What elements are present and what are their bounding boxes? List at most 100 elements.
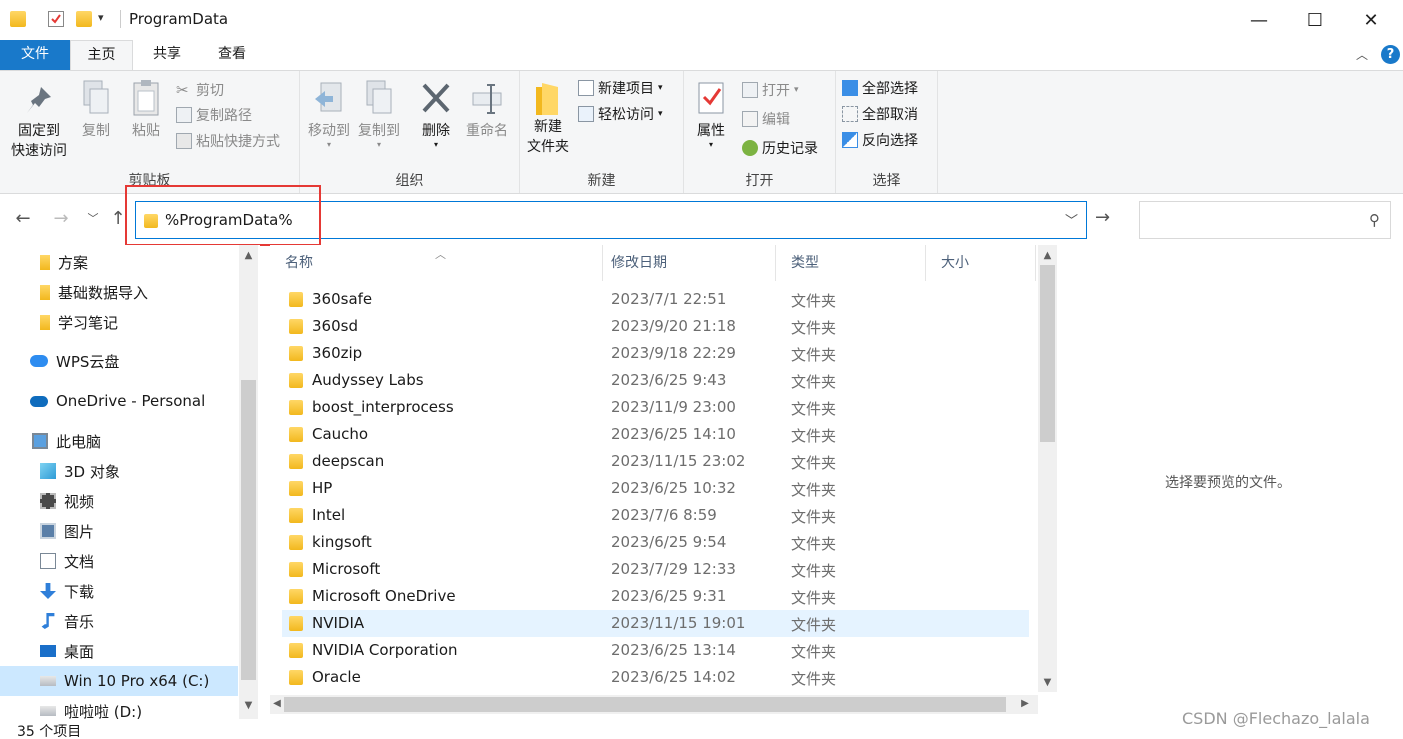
back-arrow-icon[interactable]: ← [12, 207, 34, 231]
file-row[interactable]: boost_interprocess 2023/11/9 23:00 文件夹 [282, 394, 1029, 421]
search-input[interactable]: ⚲ [1139, 201, 1391, 239]
column-header-date[interactable]: 修改日期 [596, 245, 776, 281]
easy-access-icon [578, 106, 594, 122]
nav-item[interactable]: 3D 对象 [0, 456, 238, 486]
file-row[interactable]: NVIDIA 2023/11/15 19:01 文件夹 [282, 610, 1029, 637]
history-button[interactable]: 历史记录 [742, 137, 818, 159]
file-row[interactable]: kingsoft 2023/6/25 9:54 文件夹 [282, 529, 1029, 556]
collapse-ribbon-icon[interactable]: ︿ [1356, 46, 1368, 63]
scroll-up-icon[interactable]: ▲ [1038, 247, 1057, 265]
edit-button[interactable]: 编辑 [742, 108, 790, 130]
new-item-button[interactable]: 新建项目 ▾ [578, 77, 663, 99]
folder-icon [289, 373, 303, 388]
recent-locations-icon[interactable]: ﹀ [82, 207, 104, 231]
file-row[interactable]: Caucho 2023/6/25 14:10 文件夹 [282, 421, 1029, 448]
search-icon[interactable]: ⚲ [1369, 211, 1380, 229]
select-all-button[interactable]: 全部选择 [842, 77, 918, 99]
column-header-size[interactable]: 大小 [926, 245, 1036, 281]
scroll-thumb[interactable] [241, 380, 256, 680]
nav-item[interactable]: 此电脑 [0, 426, 238, 456]
file-row[interactable]: 360sd 2023/9/20 21:18 文件夹 [282, 313, 1029, 340]
copy-label: 复制 [82, 123, 110, 139]
tab-home[interactable]: 主页 [70, 40, 133, 71]
forward-arrow-icon[interactable]: → [50, 207, 72, 231]
invert-selection-button[interactable]: 反向选择 [842, 129, 918, 151]
tab-file[interactable]: 文件 [0, 40, 70, 70]
file-row[interactable]: 360zip 2023/9/18 22:29 文件夹 [282, 340, 1029, 367]
scroll-thumb[interactable] [284, 697, 1006, 712]
close-button[interactable]: ✕ [1343, 0, 1399, 40]
tab-view[interactable]: 查看 [202, 40, 262, 70]
nav-item-label: 文档 [64, 552, 95, 571]
file-row[interactable]: Oracle 2023/6/25 14:02 文件夹 [282, 664, 1029, 691]
title-bar: ▾ ProgramData — ☐ ✕ [0, 0, 1403, 40]
column-type-label: 类型 [791, 255, 819, 271]
download-icon [40, 583, 56, 599]
file-row[interactable]: 360safe 2023/7/1 22:51 文件夹 [282, 286, 1029, 313]
cut-button[interactable]: ✂ 剪切 [176, 79, 224, 101]
help-icon[interactable]: ? [1381, 45, 1400, 64]
nav-item[interactable]: 方案 [0, 247, 238, 277]
new-folder-quick-icon[interactable] [76, 11, 92, 27]
pin-to-quick-access-button[interactable]: 固定到 快速访问 [8, 83, 70, 161]
nav-item[interactable]: 视频 [0, 486, 238, 516]
scroll-left-icon[interactable]: ◀ [270, 695, 284, 713]
file-date: 2023/7/1 22:51 [611, 290, 727, 308]
scroll-down-icon[interactable]: ▼ [1038, 674, 1057, 692]
file-row[interactable]: Audyssey Labs 2023/6/25 9:43 文件夹 [282, 367, 1029, 394]
nav-item[interactable]: OneDrive - Personal [0, 386, 238, 416]
delete-x-icon [420, 79, 452, 115]
file-row[interactable]: NVIDIA Corporation 2023/6/25 13:14 文件夹 [282, 637, 1029, 664]
address-dropdown-icon[interactable]: ﹀ [1065, 210, 1078, 229]
copy-path-button[interactable]: 复制路径 [176, 104, 252, 126]
move-to-button[interactable]: 移动到 ▾ [304, 79, 354, 149]
file-list-horizontal-scrollbar[interactable]: ◀ ▶ [270, 695, 1038, 714]
status-bar: 35 个项目 CSDN @Flechazo_lalala [0, 709, 1403, 739]
file-row[interactable]: Microsoft OneDrive 2023/6/25 9:31 文件夹 [282, 583, 1029, 610]
rename-button[interactable]: 重命名 [460, 79, 514, 141]
folder-icon [289, 454, 303, 469]
nav-item[interactable]: 基础数据导入 [0, 277, 238, 307]
paste-button[interactable]: 粘贴 [124, 79, 168, 141]
folder-icon [289, 346, 303, 361]
file-name: deepscan [312, 452, 385, 470]
properties-quick-icon[interactable] [48, 11, 64, 27]
scroll-thumb[interactable] [1040, 265, 1055, 442]
file-row[interactable]: Microsoft 2023/7/29 12:33 文件夹 [282, 556, 1029, 583]
file-list-vertical-scrollbar[interactable]: ▲ ▼ [1038, 245, 1057, 692]
new-folder-button[interactable]: 新建 文件夹 [524, 79, 572, 157]
customize-quick-access-icon[interactable]: ▾ [98, 11, 114, 27]
scroll-down-icon[interactable]: ▼ [239, 697, 258, 715]
column-header-type[interactable]: 类型 [776, 245, 926, 281]
file-row[interactable]: deepscan 2023/11/15 23:02 文件夹 [282, 448, 1029, 475]
easy-access-button[interactable]: 轻松访问 ▾ [578, 103, 663, 125]
go-arrow-icon[interactable]: → [1095, 207, 1110, 228]
open-button[interactable]: 打开 ▾ [742, 79, 799, 101]
delete-button[interactable]: 删除 ▾ [414, 79, 458, 149]
properties-button[interactable]: 属性 ▾ [690, 79, 732, 149]
scroll-right-icon[interactable]: ▶ [1018, 695, 1032, 713]
column-header-name[interactable]: 名称 ︿ [270, 245, 603, 281]
nav-scrollbar[interactable]: ▲ ▼ [239, 245, 258, 719]
nav-item[interactable]: Win 10 Pro x64 (C:) [0, 666, 238, 696]
paste-shortcut-button[interactable]: 粘贴快捷方式 [176, 130, 280, 152]
nav-item[interactable]: 下载 [0, 576, 238, 606]
nav-item[interactable]: 学习笔记 [0, 307, 238, 337]
nav-item[interactable]: WPS云盘 [0, 346, 238, 376]
folder-icon [289, 508, 303, 523]
select-none-button[interactable]: 全部取消 [842, 103, 918, 125]
nav-item[interactable]: 图片 [0, 516, 238, 546]
nav-item[interactable]: 音乐 [0, 606, 238, 636]
copy-to-button[interactable]: 复制到 ▾ [354, 79, 404, 149]
scroll-up-icon[interactable]: ▲ [239, 247, 258, 265]
copy-button[interactable]: 复制 [76, 79, 116, 141]
file-row[interactable]: HP 2023/6/25 10:32 文件夹 [282, 475, 1029, 502]
tab-share[interactable]: 共享 [137, 40, 197, 70]
properties-label: 属性 [697, 123, 725, 139]
nav-item[interactable]: 桌面 [0, 636, 238, 666]
nav-item[interactable]: 文档 [0, 546, 238, 576]
maximize-button[interactable]: ☐ [1287, 0, 1343, 40]
rename-label: 重命名 [466, 123, 508, 139]
file-row[interactable]: Intel 2023/7/6 8:59 文件夹 [282, 502, 1029, 529]
minimize-button[interactable]: — [1231, 0, 1287, 40]
